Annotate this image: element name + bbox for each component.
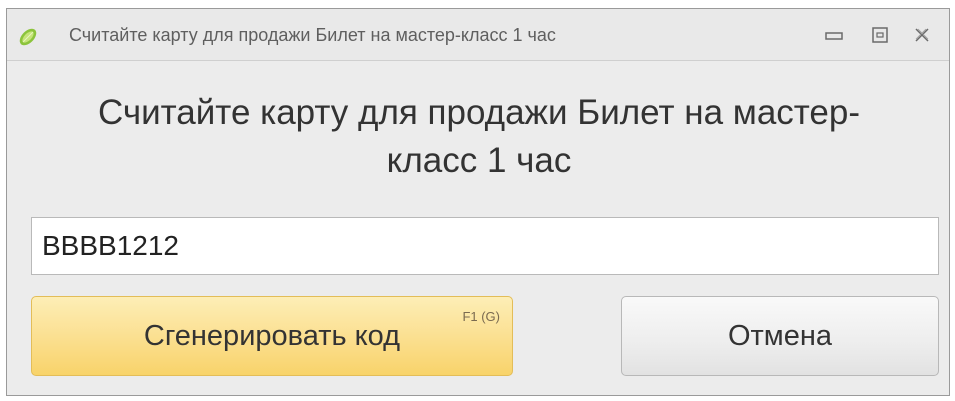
maximize-button[interactable] (863, 21, 897, 49)
close-button[interactable] (905, 21, 939, 49)
window-title: Считайте карту для продажи Билет на маст… (69, 25, 556, 45)
cancel-label: Отмена (727, 319, 833, 352)
prompt-line-2: класс 1 час (386, 141, 572, 180)
generate-code-label: Сгенерировать код (143, 319, 401, 352)
card-code-input[interactable] (31, 217, 939, 275)
title-bar[interactable]: Считайте карту для продажи Билет на маст… (7, 9, 949, 61)
dialog-window: Считайте карту для продажи Билет на маст… (6, 8, 950, 396)
prompt-line-1: Считайте карту для продажи Билет на маст… (97, 93, 861, 132)
lime-slice-icon (17, 26, 39, 48)
maximize-icon (872, 27, 888, 43)
generate-code-button[interactable]: Сгенерировать код F1 (G) (31, 296, 513, 376)
close-icon (914, 27, 930, 43)
cancel-button[interactable]: Отмена (621, 296, 939, 376)
hotkey-hint: F1 (G) (462, 309, 500, 324)
minimize-icon (825, 29, 843, 41)
minimize-button[interactable] (817, 21, 851, 49)
prompt-text: Считайте карту для продажи Билет на маст… (27, 89, 931, 185)
